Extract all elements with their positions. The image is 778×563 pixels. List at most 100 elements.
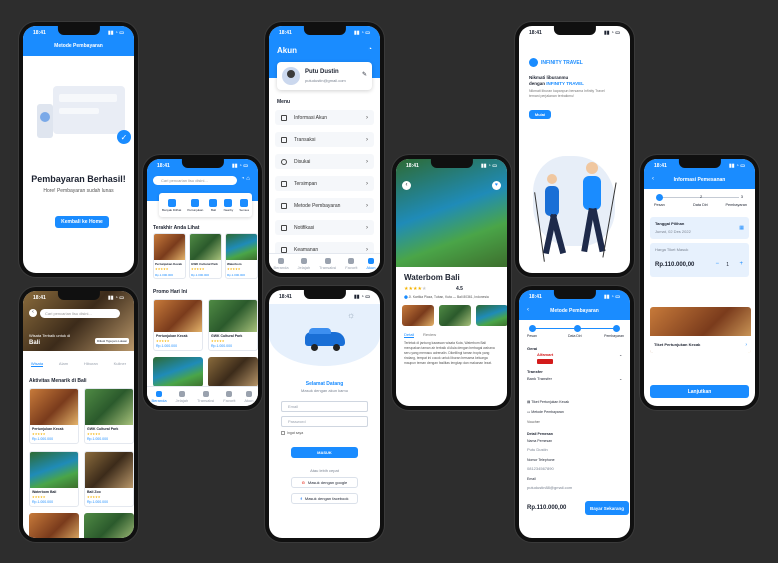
nav-home[interactable]: Beranda <box>273 257 289 270</box>
heart-icon[interactable]: ♥ <box>492 181 501 190</box>
tab-detail[interactable]: Detail <box>404 332 415 338</box>
start-button[interactable]: Mulai <box>529 110 551 119</box>
welcome-subtitle: Masuk dengan akun kamu <box>301 388 348 393</box>
recent-card[interactable]: Waterbom ★★★★★ Rp.1.000.000 <box>225 233 258 279</box>
nav-explore[interactable]: Jelajah <box>298 257 310 270</box>
headline-line2: dengan INFINITY TRAVEL <box>529 81 584 86</box>
bank-transfer-option[interactable]: Bank Transfer <box>527 376 552 381</box>
indomaret-option[interactable] <box>537 359 553 364</box>
nav-transaction[interactable]: Transaksi <box>197 390 214 403</box>
menu-item-tersimpan[interactable]: Tersimpan › <box>275 176 374 191</box>
back-icon[interactable]: ‹ <box>29 309 37 317</box>
category-item[interactable]: Banyak Dilihat <box>162 198 181 212</box>
name-value: Putu Dustin <box>527 447 548 452</box>
nav-account[interactable]: Akun <box>366 257 376 270</box>
compass-icon <box>300 257 307 264</box>
step-label: Data Diri <box>568 334 582 338</box>
category-item[interactable]: Semua <box>239 198 249 212</box>
category-item[interactable]: Bali <box>209 198 218 212</box>
menu-item-metode-pembayaran[interactable]: Metode Pembayaran › <box>275 198 374 213</box>
card-icon <box>281 202 287 209</box>
status-time: 18:41 <box>654 163 667 169</box>
tab-wisata[interactable]: Wisata <box>30 353 44 367</box>
gallery-thumb[interactable] <box>439 305 471 326</box>
nav-favorite[interactable]: Favorit <box>223 390 235 403</box>
nav-favorite[interactable]: Favorit <box>345 257 357 270</box>
tab-hiburan[interactable]: Hiburan <box>84 353 98 367</box>
password-field[interactable]: Password <box>281 416 368 427</box>
ticket-card[interactable]: Tiket Pertunjukan Kecak › <box>650 307 751 353</box>
card-title: GWK Cultural Park <box>211 334 243 338</box>
date-picker[interactable]: Tanggal Pilihan Jumat, 02 Des 2022 ▦ <box>650 217 749 239</box>
success-illustration: ✓ <box>35 86 131 148</box>
bell-icon[interactable]: ◔ <box>368 46 372 53</box>
activity-card[interactable]: Pertunjukan Kecak ★★★★★ Rp.1.000.000 <box>29 388 79 444</box>
tab-review[interactable]: Review <box>423 332 436 337</box>
card-title: Bali Zoo <box>87 490 101 494</box>
card-title: Pertunjukan Kecak <box>156 334 188 338</box>
edit-icon[interactable]: ✎ <box>362 71 367 78</box>
phone-value: 081234567890 <box>527 466 554 471</box>
promo-card[interactable] <box>208 357 258 387</box>
nav-account[interactable]: Akun <box>244 390 254 403</box>
increment-button[interactable]: + <box>739 261 743 267</box>
gallery-thumb[interactable] <box>402 305 434 326</box>
user-icon <box>281 114 287 121</box>
menu-item-disukai[interactable]: Disukai › <box>275 154 374 169</box>
nav-explore[interactable]: Jelajah <box>176 390 188 403</box>
alfamart-option[interactable]: Alfamart <box>537 352 553 357</box>
headline-line1: Nikmati liburanmu <box>529 75 569 80</box>
nav-home[interactable]: Beranda <box>151 390 167 403</box>
search-input[interactable]: Cari pencarian lisu disini... <box>40 309 120 318</box>
tab-alam[interactable]: Alam <box>59 353 68 367</box>
date-label: Tanggal Pilihan <box>655 221 685 226</box>
back-icon[interactable]: ‹ <box>402 181 411 190</box>
promo-card[interactable]: GWK Cultural Park ★★★★★ Rp.1.000.000 <box>208 299 258 351</box>
category-item[interactable]: Nearby <box>224 198 233 212</box>
heart-icon <box>348 257 355 264</box>
stepper: Pesan Data Diri Pembayaran <box>527 325 624 341</box>
category-item[interactable]: Pertunjukan <box>187 198 203 212</box>
avatar <box>282 67 300 85</box>
menu-item-informasi-akun[interactable]: Informasi Akun › <box>275 110 374 125</box>
bell-icon[interactable]: ◔ ⌂ <box>241 176 250 182</box>
gallery-thumb[interactable] <box>476 305 507 326</box>
menu-item-transaksi[interactable]: Transaksi › <box>275 132 374 147</box>
promo-card[interactable]: Pertunjukan Kecak ★★★★★ Rp.1.000.000 <box>153 299 203 351</box>
google-login-button[interactable]: G Masuk dengan google <box>291 477 358 488</box>
card-title: Waterbom Bali <box>32 490 57 494</box>
recent-card[interactable]: GWK Cultural Park ★★★★★ Rp.1.000.000 <box>189 233 222 279</box>
chevron-down-icon[interactable]: ⌄ <box>619 376 622 381</box>
tab-kuliner[interactable]: Kuliner <box>114 353 126 367</box>
activity-card[interactable]: Waterbom Bali ★★★★★ Rp.1.000.000 <box>29 451 79 507</box>
step-dot <box>613 325 620 332</box>
continue-button[interactable]: Lanjutkan <box>650 385 749 398</box>
activity-card[interactable] <box>84 513 134 538</box>
step-label: Pembayaran <box>725 203 747 207</box>
promo-card[interactable] <box>153 357 203 387</box>
receipt-icon <box>281 136 287 143</box>
decrement-button[interactable]: − <box>715 261 719 267</box>
email-field[interactable]: Email <box>281 401 368 412</box>
card-price: Rp.1.000.000 <box>32 437 54 441</box>
login-button[interactable]: MASUK <box>291 447 358 458</box>
card-price: Rp.1.000.000 <box>87 500 109 504</box>
facebook-login-button[interactable]: f Masuk dengan facebook <box>291 493 358 504</box>
activity-card[interactable]: Bali Zoo ★★★★★ Rp.1.000.000 <box>84 451 134 507</box>
card-title: GWK Cultural Park <box>87 427 119 431</box>
activity-card[interactable] <box>29 513 79 538</box>
rating-stars: ★★★★★ <box>211 339 225 343</box>
activity-card[interactable]: GWK Cultural Park ★★★★★ Rp.1.000.000 <box>84 388 134 444</box>
remember-checkbox[interactable]: Ingat saya <box>281 431 303 435</box>
status-time: 18:41 <box>279 30 292 36</box>
pay-now-button[interactable]: Bayar Sekarang <box>585 501 629 515</box>
chevron-down-icon[interactable]: ⌄ <box>619 352 622 357</box>
phone-onboarding: 18:41 ▮▮ ◔ ▭ INFINITY TRAVEL Nikmati libu… <box>515 22 634 277</box>
menu-item-notifikasi[interactable]: Notifikasi › <box>275 220 374 235</box>
phone-payment-success: 18:41 ▮▮ ◔ ▭ Metode Pembayaran ✓ Pembayar… <box>19 22 138 277</box>
voucher-row[interactable]: Voucher <box>527 420 540 424</box>
back-home-button[interactable]: Kembali ke Home <box>55 216 109 228</box>
search-input[interactable]: Cari pencarian lisu disini... <box>153 176 237 185</box>
recent-card[interactable]: Pertunjukan Kecak ★★★★★ Rp.1.000.000 <box>153 233 186 279</box>
nav-transaction[interactable]: Transaksi <box>319 257 336 270</box>
